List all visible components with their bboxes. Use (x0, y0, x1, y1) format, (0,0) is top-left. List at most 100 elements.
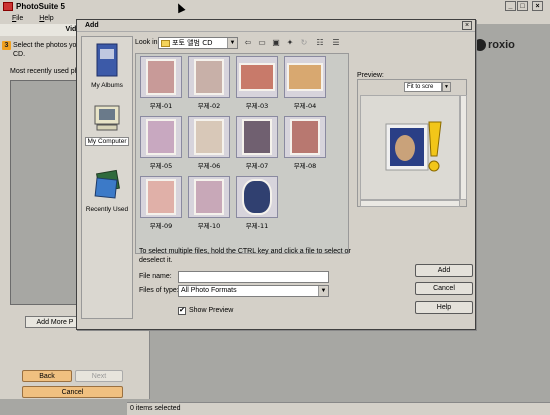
file-label: 무제-08 (293, 162, 317, 170)
tools-icon[interactable]: ✦ (285, 38, 295, 48)
file-thumbnail[interactable]: 무제-07 (236, 116, 278, 170)
recent-label: Most recently used phot (10, 68, 85, 75)
thumbnail-frame (236, 176, 278, 218)
thumbnail-frame (140, 116, 182, 158)
file-thumbnail[interactable]: 무제-10 (188, 176, 230, 230)
thumbnail-frame (236, 116, 278, 158)
minimize-button[interactable]: _ (505, 1, 516, 11)
place-recently-used[interactable]: Recently Used (82, 169, 132, 213)
look-in-select[interactable]: 포토 앨범 CD ▼ (158, 37, 238, 49)
file-label: 무제-01 (149, 102, 173, 110)
chevron-down-icon[interactable]: ▼ (318, 286, 328, 296)
app-icon (3, 2, 13, 11)
status-bar: 0 items selected (127, 402, 550, 415)
photo (290, 119, 320, 155)
refresh-icon[interactable]: ↻ (299, 38, 309, 48)
close-app-button[interactable]: × (532, 1, 543, 11)
app-title: PhotoSuite 5 (16, 2, 65, 11)
brand-name: roxio (488, 39, 515, 51)
help-button[interactable]: Help (415, 301, 473, 314)
show-preview-label: Show Preview (189, 307, 234, 314)
places-bar: My Albums My Computer Recently Used (81, 36, 133, 319)
chevron-down-icon[interactable]: ▼ (227, 38, 237, 48)
albums-icon (96, 43, 118, 77)
file-label: 무제-02 (197, 102, 221, 110)
preview-toolbar: Fit to scre ▼ (362, 82, 462, 93)
preview-image-area (360, 95, 460, 200)
maximize-button[interactable]: □ (517, 1, 528, 11)
new-folder-icon[interactable]: ▣ (271, 38, 281, 48)
file-label: 무제-10 (197, 222, 221, 230)
look-in-value: 포토 앨범 CD (172, 39, 213, 47)
list-view-icon[interactable]: ☷ (315, 38, 325, 48)
thumbnail-frame (188, 56, 230, 98)
file-thumbnail[interactable]: 무제-03 (236, 56, 278, 110)
file-label: 무제-09 (149, 222, 173, 230)
file-label: 무제-03 (245, 102, 269, 110)
preview-pane: Fit to scre ▼ (357, 79, 467, 207)
file-thumbnail[interactable]: 무제-01 (140, 56, 182, 110)
file-label: 무제-04 (293, 102, 317, 110)
photo (194, 59, 224, 95)
cancel-button[interactable]: Cancel (415, 282, 473, 295)
next-button[interactable]: Next (75, 370, 123, 382)
thumbnail-frame (188, 116, 230, 158)
file-thumbnail[interactable]: 무제-09 (140, 176, 182, 230)
file-thumbnail[interactable]: 무제-04 (284, 56, 326, 110)
add-dialog: Add × My Albums My Computer Recently Use… (76, 19, 476, 330)
up-folder-icon[interactable]: ▭ (257, 38, 267, 48)
photo (194, 119, 224, 155)
file-label: 무제-06 (197, 162, 221, 170)
thumbnail-frame (284, 116, 326, 158)
files-of-type-select[interactable]: All Photo Formats ▼ (178, 285, 329, 297)
preview-horizontal-scrollbar[interactable] (360, 200, 460, 207)
file-label: 무제-07 (245, 162, 269, 170)
photo (239, 63, 275, 91)
details-view-icon[interactable]: ☰ (331, 38, 341, 48)
file-name-label: File name: (139, 273, 172, 280)
wizard-cancel-button[interactable]: Cancel (22, 386, 123, 398)
place-label: Recently Used (85, 206, 129, 213)
files-of-type-label: Files of type: (139, 287, 179, 294)
preview-vertical-scrollbar[interactable] (460, 95, 467, 200)
photo (242, 179, 272, 215)
place-my-computer[interactable]: My Computer (82, 103, 132, 146)
dialog-close-button[interactable]: × (462, 21, 472, 30)
photo (146, 179, 176, 215)
recent-icon (94, 169, 120, 199)
file-thumbnail[interactable]: 무제-02 (188, 56, 230, 110)
photo (287, 63, 323, 91)
preview-label: Preview: (357, 72, 384, 79)
file-thumbnail[interactable]: 무제-06 (188, 116, 230, 170)
thumbnail-frame (284, 56, 326, 98)
back-arrow-icon[interactable]: ⇦ (243, 38, 253, 48)
thumbnail-frame (140, 56, 182, 98)
place-label: My Albums (91, 82, 123, 89)
folder-icon (161, 40, 170, 47)
show-preview-checkbox[interactable]: ✔ (178, 307, 186, 315)
file-thumbnail[interactable]: 무제-05 (140, 116, 182, 170)
chevron-down-icon[interactable]: ▼ (442, 82, 451, 92)
file-thumbnail[interactable]: 무제-08 (284, 116, 326, 170)
thumbnail-frame (140, 176, 182, 218)
menu-file[interactable]: File (12, 15, 23, 22)
file-name-input[interactable] (178, 271, 329, 283)
step-badge: 3 (2, 41, 11, 50)
thumbnail-frame (188, 176, 230, 218)
back-button[interactable]: Back (22, 370, 72, 382)
photo (146, 119, 176, 155)
selection-hint: To select multiple files, hold the CTRL … (139, 248, 351, 264)
photo (194, 179, 224, 215)
place-label: My Computer (85, 137, 129, 146)
files-of-type-value: All Photo Formats (181, 287, 237, 294)
file-list[interactable]: 무제-01 무제-02 무제-03 무제-04 무제-05 무제-06 무제-0… (135, 53, 349, 254)
file-label: 무제-11 (245, 222, 269, 230)
thumbnail-frame (236, 56, 278, 98)
file-thumbnail[interactable]: 무제-11 (236, 176, 278, 230)
menu-help[interactable]: Help (39, 15, 53, 22)
zoom-select[interactable]: Fit to scre (404, 82, 442, 92)
app-title-bar: PhotoSuite 5 _ □ × (0, 0, 550, 13)
photo (242, 119, 272, 155)
place-my-albums[interactable]: My Albums (82, 43, 132, 89)
add-button[interactable]: Add (415, 264, 473, 277)
